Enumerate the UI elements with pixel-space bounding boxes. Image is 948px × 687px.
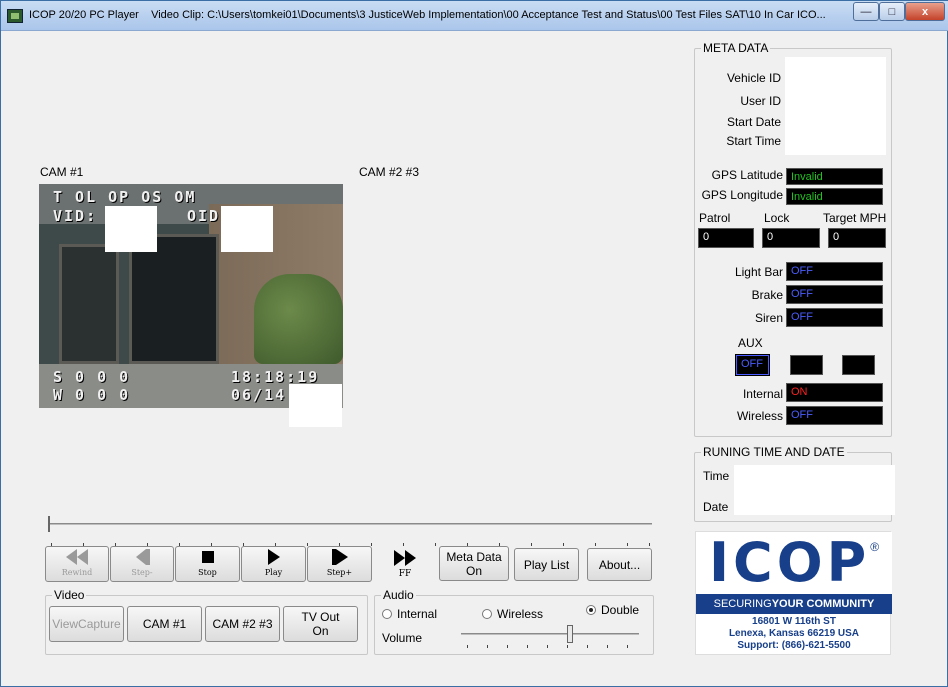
stop-icon — [201, 548, 214, 566]
brake-value: OFF — [786, 285, 883, 304]
rewind-icon — [66, 548, 88, 566]
audio-group-title: Audio — [381, 588, 416, 602]
position-slider-thumb[interactable] — [48, 516, 52, 532]
video-group-title: Video — [52, 588, 87, 602]
step-back-button[interactable]: Step- — [110, 546, 174, 582]
lock-value: 0 — [762, 228, 820, 248]
app-icon — [7, 9, 23, 23]
cam1-video-view[interactable]: T OL OP OS OM VID: OID: S 0 0 0 18:18:19… — [39, 184, 343, 408]
start-time-label: Start Time — [726, 134, 781, 148]
play-button[interactable]: Play — [241, 546, 306, 582]
gps-latitude-label: GPS Latitude — [711, 168, 783, 182]
close-button[interactable]: x — [905, 2, 945, 21]
meta-data-toggle-button[interactable]: Meta Data On — [439, 546, 509, 581]
cam23-label: CAM #2 #3 — [359, 165, 420, 179]
redaction-date — [289, 384, 342, 427]
title-bar: ICOP 20/20 PC Player Video Clip: C:\User… — [1, 1, 948, 31]
gps-latitude-value: Invalid — [786, 168, 883, 185]
play-icon — [267, 548, 280, 566]
stop-label: Stop — [198, 568, 217, 577]
tv-out-button[interactable]: TV Out On — [283, 606, 358, 642]
osd-vid-label: VID: — [53, 207, 98, 225]
vehicle-id-label: Vehicle ID — [726, 71, 781, 85]
aux2-value — [790, 355, 823, 375]
patrol-value: 0 — [698, 228, 754, 248]
patrol-label: Patrol — [699, 211, 731, 225]
cam1-label: CAM #1 — [40, 165, 84, 179]
osd-speed-line: S 0 0 0 — [53, 368, 131, 386]
siren-value: OFF — [786, 308, 883, 327]
time-label: Time — [703, 469, 730, 483]
aux-label: AUX — [738, 336, 763, 350]
redaction-vid — [105, 206, 157, 252]
target-mph-label: Target MPH — [823, 211, 887, 225]
logo-wordmark: ICOP — [708, 531, 871, 594]
redaction-running — [734, 465, 895, 515]
redaction-oid — [221, 206, 273, 252]
play-list-button[interactable]: Play List — [514, 548, 579, 581]
fast-forward-icon — [394, 549, 416, 569]
rewind-button[interactable]: Rewind — [45, 546, 109, 582]
step-back-label: Step- — [131, 568, 153, 577]
meta-data-title: META DATA — [701, 41, 771, 55]
position-slider-track[interactable] — [48, 523, 652, 525]
internal-label: Internal — [742, 387, 783, 401]
date-label: Date — [703, 500, 729, 514]
redaction-meta — [785, 57, 886, 155]
video-cam23-button[interactable]: CAM #2 #3 — [205, 606, 280, 642]
logo-address: 16801 W 116th ST Lenexa, Kansas 66219 US… — [728, 616, 860, 651]
step-forward-icon — [331, 548, 348, 566]
fast-forward-label: FF — [398, 568, 412, 579]
maximize-button[interactable]: □ — [879, 2, 905, 21]
step-forward-label: Step+ — [326, 568, 353, 577]
audio-internal-radio[interactable] — [382, 609, 392, 619]
icop-logo: ICOP ® SECURING YOUR COMMUNITY 16801 W 11… — [695, 531, 892, 655]
audio-wireless-radio[interactable] — [482, 609, 492, 619]
play-label: Play — [264, 568, 283, 577]
volume-label: Volume — [382, 631, 423, 645]
brake-label: Brake — [751, 288, 783, 302]
volume-slider-track[interactable] — [461, 633, 639, 635]
audio-wireless-label: Wireless — [497, 607, 544, 621]
stop-button[interactable]: Stop — [175, 546, 240, 582]
wireless-label: Wireless — [736, 409, 783, 423]
close-icon: x — [921, 5, 929, 18]
gps-longitude-value: Invalid — [786, 188, 883, 205]
maximize-icon: □ — [888, 5, 896, 18]
app-window: ICOP 20/20 PC Player Video Clip: C:\User… — [0, 0, 948, 687]
light-bar-value: OFF — [786, 262, 883, 281]
aux1-value: OFF — [735, 354, 770, 376]
fast-forward-button[interactable]: FF — [374, 546, 436, 582]
step-forward-button[interactable]: Step+ — [307, 546, 372, 582]
aux3-value — [842, 355, 875, 375]
audio-double-radio[interactable] — [586, 605, 596, 615]
osd-w-line: W 0 0 0 — [53, 386, 131, 404]
minimize-icon: — — [860, 5, 872, 18]
about-button[interactable]: About... — [587, 548, 652, 581]
running-time-title: RUNING TIME AND DATE — [701, 445, 847, 459]
audio-internal-label: Internal — [397, 607, 438, 621]
gps-longitude-label: GPS Longitude — [701, 188, 783, 202]
user-id-label: User ID — [740, 94, 781, 108]
audio-double-label: Double — [601, 603, 640, 617]
video-cam1-button[interactable]: CAM #1 — [127, 606, 202, 642]
osd-status-line: T OL OP OS OM — [53, 188, 197, 206]
internal-value: ON — [786, 383, 883, 402]
window-title: ICOP 20/20 PC Player Video Clip: C:\User… — [29, 9, 849, 21]
volume-slider-thumb[interactable] — [567, 625, 573, 643]
app-title: ICOP 20/20 PC Player — [29, 9, 139, 21]
minimize-button[interactable]: — — [853, 2, 879, 21]
lock-label: Lock — [764, 211, 790, 225]
target-mph-value: 0 — [828, 228, 886, 248]
step-back-icon — [134, 548, 150, 566]
clip-path-title: Video Clip: C:\Users\tomkei01\Documents\… — [151, 9, 826, 21]
light-bar-label: Light Bar — [734, 265, 783, 279]
logo-tagline: SECURING YOUR COMMUNITY — [696, 594, 892, 614]
wireless-value: OFF — [786, 406, 883, 425]
start-date-label: Start Date — [726, 115, 781, 129]
view-capture-button[interactable]: ViewCapture — [49, 606, 124, 642]
siren-label: Siren — [754, 311, 783, 325]
rewind-label: Rewind — [61, 568, 93, 577]
osd-date: 06/14 — [231, 386, 287, 404]
